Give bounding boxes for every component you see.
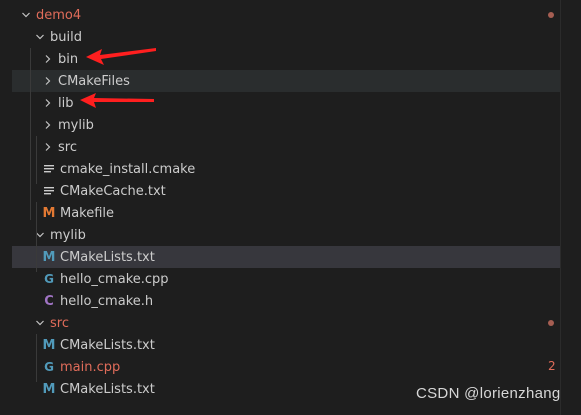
lines-icon bbox=[42, 180, 56, 202]
makefile-icon: M bbox=[42, 205, 56, 221]
chevron-right-icon[interactable] bbox=[42, 48, 54, 70]
chevron-down-icon[interactable] bbox=[20, 4, 32, 26]
folder-item-mylib[interactable]: mylib bbox=[12, 114, 560, 136]
file-item-hello-cmake-cpp[interactable]: Ghello_cmake.cpp bbox=[12, 268, 560, 290]
item-label: bin bbox=[58, 51, 79, 67]
folder-item-mylib[interactable]: mylib bbox=[12, 224, 560, 246]
item-label: CMakeCache.txt bbox=[60, 183, 166, 199]
chevron-right-icon[interactable] bbox=[42, 136, 54, 158]
chevron-right-icon[interactable] bbox=[42, 70, 54, 92]
indent-guide bbox=[30, 48, 31, 220]
chevron-right-icon[interactable] bbox=[42, 114, 54, 136]
item-label: Makefile bbox=[60, 205, 115, 221]
item-label: src bbox=[58, 139, 77, 155]
file-item-cmake-install-cmake[interactable]: cmake_install.cmake bbox=[12, 158, 560, 180]
folder-item-src[interactable]: src bbox=[12, 136, 560, 158]
item-label: mylib bbox=[50, 227, 86, 243]
folder-item-src[interactable]: src bbox=[12, 312, 560, 334]
indent-guide bbox=[36, 334, 37, 382]
item-label: CMakeFiles bbox=[58, 73, 130, 89]
annotation-arrow-bin bbox=[86, 48, 156, 65]
annotation-arrow-lib bbox=[80, 93, 154, 108]
modified-dot bbox=[548, 320, 554, 326]
problem-count-badge: 2 bbox=[548, 359, 556, 373]
c-header-icon: C bbox=[44, 293, 54, 309]
indent-guide bbox=[36, 202, 37, 272]
item-label: src bbox=[50, 315, 69, 331]
cmake-icon: M bbox=[42, 337, 56, 353]
item-label: main.cpp bbox=[60, 359, 121, 375]
item-label: demo4 bbox=[36, 7, 82, 23]
cmake-icon: M bbox=[42, 249, 56, 265]
item-label: cmake_install.cmake bbox=[60, 161, 196, 177]
item-label: CMakeLists.txt bbox=[60, 249, 155, 265]
modified-dot bbox=[548, 12, 554, 18]
file-item-cmakecache-txt[interactable]: CMakeCache.txt bbox=[12, 180, 560, 202]
cpp-icon: G bbox=[44, 272, 54, 286]
item-label: lib bbox=[58, 95, 74, 111]
item-label: CMakeLists.txt bbox=[60, 337, 155, 353]
chevron-down-icon[interactable] bbox=[34, 26, 46, 48]
chevron-right-icon[interactable] bbox=[42, 92, 54, 114]
cpp-icon: G bbox=[44, 360, 54, 374]
file-item-cmakelists-txt[interactable]: M CMakeLists.txt bbox=[12, 334, 560, 356]
file-item-makefile[interactable]: M Makefile bbox=[12, 202, 560, 224]
file-item-main-cpp[interactable]: Gmain.cpp 2 bbox=[12, 356, 560, 378]
item-label: mylib bbox=[58, 117, 94, 133]
chevron-down-icon[interactable] bbox=[34, 312, 46, 334]
file-item-hello-cmake-h[interactable]: Chello_cmake.h bbox=[12, 290, 560, 312]
item-label: build bbox=[50, 29, 82, 45]
cmake-icon: M bbox=[42, 381, 56, 397]
scrollbar[interactable] bbox=[560, 0, 561, 415]
file-item-cmakelists-txt[interactable]: M CMakeLists.txt bbox=[12, 246, 560, 268]
folder-item-cmakefiles[interactable]: CMakeFiles bbox=[12, 70, 560, 92]
watermark: CSDN @lorienzhang bbox=[416, 385, 561, 402]
folder-item-demo4[interactable]: demo4 bbox=[12, 4, 560, 26]
lines-icon bbox=[42, 158, 56, 180]
item-label: hello_cmake.h bbox=[60, 293, 154, 309]
indent-guide bbox=[36, 136, 37, 184]
item-label: CMakeLists.txt bbox=[60, 381, 155, 397]
item-label: hello_cmake.cpp bbox=[60, 271, 169, 287]
